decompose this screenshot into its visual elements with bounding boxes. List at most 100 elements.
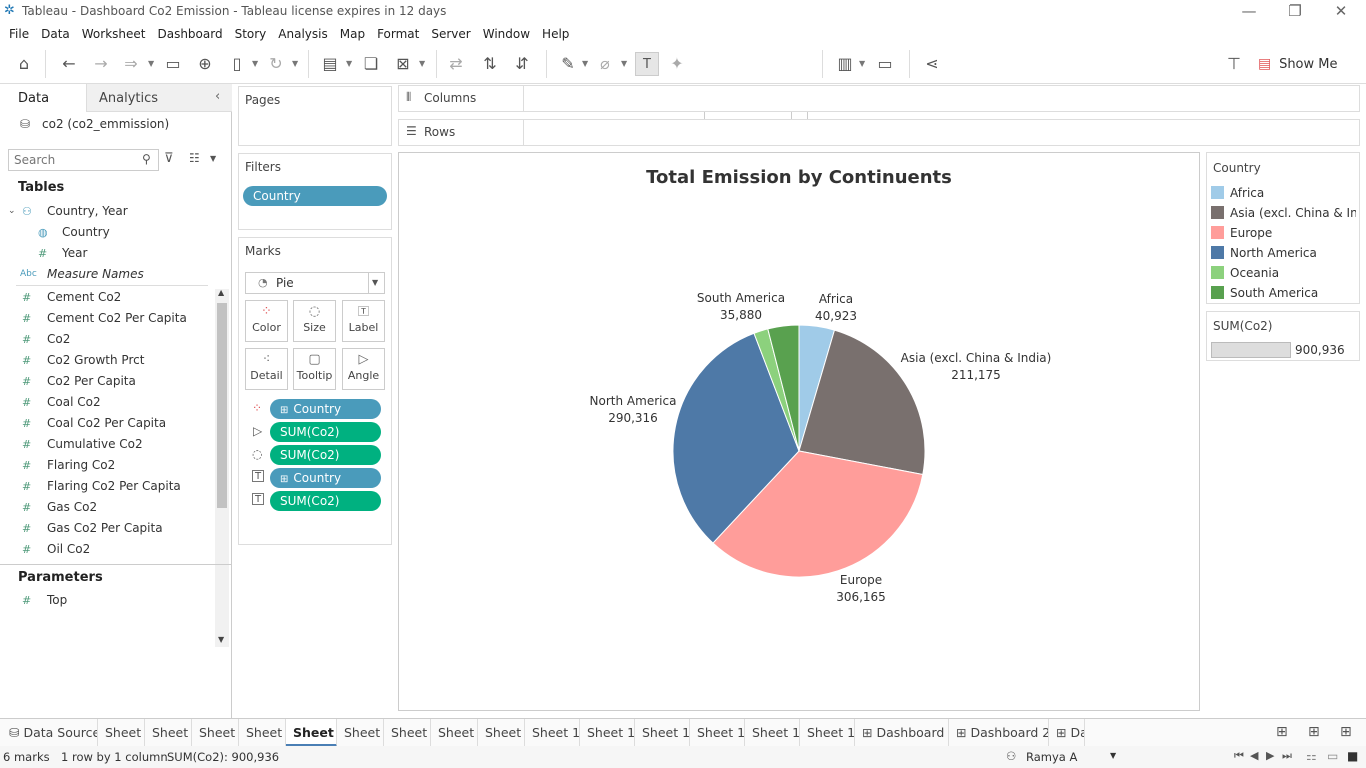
tooltip-button[interactable]: ▢ Tooltip xyxy=(293,348,336,390)
presentation-icon[interactable]: ▭ xyxy=(873,52,897,76)
prev-page-icon[interactable]: ◀ xyxy=(1250,749,1258,762)
sheet-tab[interactable]: Sheet 11 xyxy=(580,719,635,747)
restore-icon[interactable]: ❐ xyxy=(1272,0,1318,24)
menu-dashboard[interactable]: Dashboard xyxy=(151,24,228,44)
sheet-tab[interactable]: ⊞ Dashboard 2 xyxy=(949,719,1049,747)
field-measure[interactable]: # Co2 Growth Prct xyxy=(0,350,205,371)
size-legend[interactable]: SUM(Co2) 900,936 xyxy=(1206,311,1360,361)
view-mode-dropdown-icon[interactable]: ▼ xyxy=(210,154,216,163)
menu-map[interactable]: Map xyxy=(334,24,371,44)
replay-dropdown-icon[interactable]: ▼ xyxy=(148,52,158,76)
sheet-tab[interactable]: ⊞Dash xyxy=(1049,719,1085,747)
menu-file[interactable]: File xyxy=(3,24,35,44)
new-worksheet-icon[interactable]: ⊞ xyxy=(1276,724,1288,740)
next-page-icon[interactable]: ▶ xyxy=(1266,749,1274,762)
marks-pill-sum-size[interactable]: SUM(Co2) xyxy=(270,445,381,465)
user-name[interactable]: Ramya A xyxy=(1026,750,1077,764)
new-dashboard-icon[interactable]: ⊞ xyxy=(1308,724,1320,740)
highlight-icon[interactable]: ✎ xyxy=(556,52,580,76)
clear-icon[interactable]: ⊠ xyxy=(391,52,415,76)
color-button[interactable]: ⁘ Color xyxy=(245,300,288,342)
legend-item[interactable]: Africa xyxy=(1211,183,1356,203)
menu-help[interactable]: Help xyxy=(536,24,575,44)
marks-pill-sum-angle[interactable]: SUM(Co2) xyxy=(270,422,381,442)
sheet-tab[interactable]: ⊞ Dashboard 1 xyxy=(855,719,949,747)
save-icon[interactable]: ▭ xyxy=(161,52,185,76)
legend-item[interactable]: Oceania xyxy=(1211,263,1356,283)
scroll-down-icon[interactable]: ▼ xyxy=(218,635,224,644)
pages-card[interactable]: Pages xyxy=(238,86,392,146)
scroll-up-icon[interactable]: ▲ xyxy=(218,288,224,297)
sort-descending-icon[interactable]: ⇵ xyxy=(510,52,534,76)
sheet-tab[interactable]: Sheet 7 xyxy=(384,719,431,747)
menu-data[interactable]: Data xyxy=(35,24,76,44)
field-measure[interactable]: # Cement Co2 xyxy=(0,287,205,308)
scrollbar-thumb[interactable] xyxy=(217,303,227,508)
rows-shelf[interactable]: ☰ Rows xyxy=(398,119,1360,146)
format-painter-icon[interactable]: ⊤ xyxy=(1222,52,1246,76)
menu-analysis[interactable]: Analysis xyxy=(272,24,333,44)
menu-worksheet[interactable]: Worksheet xyxy=(76,24,152,44)
scrollbar[interactable]: ▲ ▼ xyxy=(215,288,229,647)
sheet-tab[interactable]: Sheet 13 xyxy=(690,719,745,747)
detail-button[interactable]: ⁖ Detail xyxy=(245,348,288,390)
sheet-tab[interactable]: Sheet 1 xyxy=(98,719,145,747)
tab-analytics[interactable]: Analytics ‹ xyxy=(86,84,232,112)
group-icon[interactable]: ⌀ xyxy=(593,52,617,76)
field-measure[interactable]: # Flaring Co2 Per Capita xyxy=(0,476,205,497)
show-labels-icon[interactable]: T xyxy=(635,52,659,76)
share-icon[interactable]: ⋖ xyxy=(920,52,944,76)
sheet-tab[interactable]: Sheet 12 xyxy=(635,719,690,747)
pie-chart[interactable]: Africa 40,923 Asia (excl. China & India) 21… xyxy=(399,153,1199,710)
sheet-tab[interactable]: Sheet 15 xyxy=(800,719,855,747)
home-icon[interactable]: ⌂ xyxy=(12,52,36,76)
field-measure[interactable]: # Cement Co2 Per Capita xyxy=(0,308,205,329)
sheet-tab[interactable]: Sheet 5 xyxy=(286,719,337,747)
fix-axes-icon[interactable]: ✦ xyxy=(665,52,689,76)
close-icon[interactable]: ✕ xyxy=(1318,0,1364,24)
redo-icon[interactable]: → xyxy=(89,52,113,76)
sheet-tab[interactable]: Sheet 3 xyxy=(192,719,239,747)
field-country[interactable]: ◍ Country xyxy=(0,222,205,243)
filmstrip-view-icon[interactable]: ▭ xyxy=(1327,749,1338,763)
last-page-icon[interactable]: ⏭ xyxy=(1282,749,1292,763)
menu-format[interactable]: Format xyxy=(371,24,425,44)
sheet-tab[interactable]: Sheet 14 xyxy=(745,719,800,747)
label-button[interactable]: 🅃 Label xyxy=(342,300,385,342)
replay-icon[interactable]: ⇒ xyxy=(119,52,143,76)
duplicate-icon[interactable]: ❏ xyxy=(359,52,383,76)
sheet-tab[interactable]: Sheet 4 xyxy=(239,719,286,747)
sort-ascending-icon[interactable]: ⇅ xyxy=(478,52,502,76)
filter-icon[interactable]: ⊽ xyxy=(164,151,174,166)
collapse-pane-icon[interactable]: ‹ xyxy=(215,89,220,104)
datasource-name[interactable]: co2 (co2_emmission) xyxy=(42,117,169,131)
menu-server[interactable]: Server xyxy=(425,24,476,44)
sheet-tab[interactable]: Sheet 2 xyxy=(145,719,192,747)
clear-dropdown-icon[interactable]: ▼ xyxy=(419,52,429,76)
size-button[interactable]: ◌ Size xyxy=(293,300,336,342)
filters-card[interactable]: Filters Country xyxy=(238,153,392,230)
marks-pill-country-color[interactable]: ⊞ Country xyxy=(270,399,381,419)
new-story-icon[interactable]: ⊞ xyxy=(1340,724,1352,740)
search-input[interactable] xyxy=(14,151,134,169)
refresh-icon[interactable]: ↻ xyxy=(264,52,288,76)
angle-button[interactable]: ▷ Angle xyxy=(342,348,385,390)
color-legend[interactable]: Country Africa Asia (excl. China & In.. Eu… xyxy=(1206,152,1360,304)
swap-icon[interactable]: ⇄ xyxy=(444,52,468,76)
show-me-button[interactable]: ▤ Show Me xyxy=(1258,52,1338,76)
hierarchy-country-year[interactable]: ⌄ ⚇ Country, Year xyxy=(0,201,205,222)
sheet-tab[interactable]: Sheet 10 xyxy=(525,719,580,747)
field-measure[interactable]: # Cumulative Co2 xyxy=(0,434,205,455)
legend-item[interactable]: South America xyxy=(1211,283,1356,303)
marks-pill-sum-label[interactable]: SUM(Co2) xyxy=(270,491,381,511)
sheet-tab[interactable]: Sheet 8 xyxy=(431,719,478,747)
mark-type-select[interactable]: ◔ Pie ▼ xyxy=(245,272,385,294)
minimize-icon[interactable]: — xyxy=(1226,0,1272,24)
columns-shelf[interactable]: ⦀ Columns xyxy=(398,85,1360,112)
field-year[interactable]: # Year xyxy=(0,243,205,264)
user-dropdown-icon[interactable]: ▼ xyxy=(1110,751,1116,760)
undo-icon[interactable]: ← xyxy=(57,52,81,76)
new-datasource-icon[interactable]: ⊕ xyxy=(193,52,217,76)
tabs-view-icon[interactable]: ■ xyxy=(1347,749,1358,763)
field-measure[interactable]: # Gas Co2 Per Capita xyxy=(0,518,205,539)
